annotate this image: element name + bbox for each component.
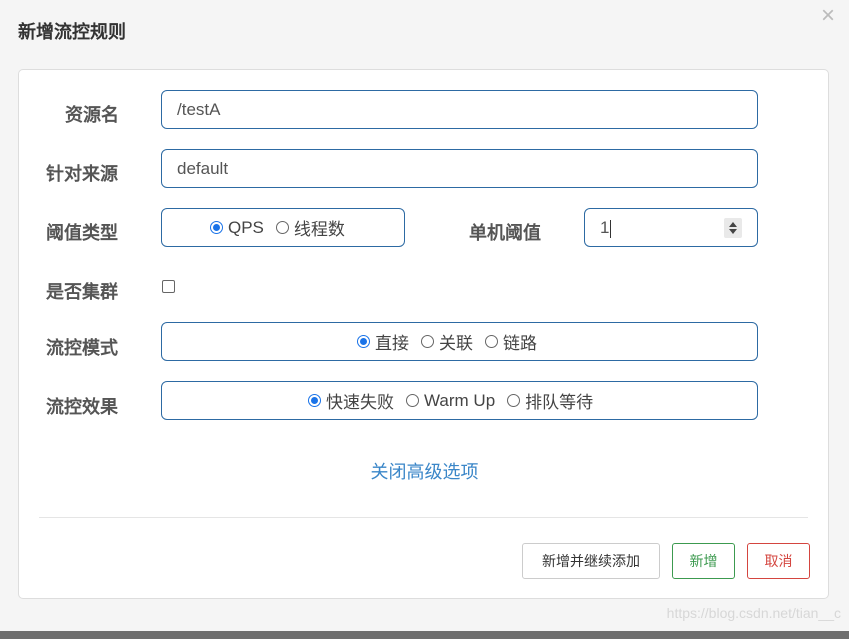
radio-fail-fast-dot[interactable] xyxy=(308,394,321,407)
limit-app-label: 针对来源 xyxy=(46,164,118,184)
threshold-type-label: 阈值类型 xyxy=(46,223,118,243)
radio-qps-dot[interactable] xyxy=(210,221,223,234)
radio-queue[interactable]: 排队等待 xyxy=(507,388,593,413)
cluster-label: 是否集群 xyxy=(46,282,118,302)
text-cursor xyxy=(610,219,612,238)
radio-warm-up-dot[interactable] xyxy=(406,394,419,407)
limit-app-value: default xyxy=(177,159,229,178)
dialog: 新增流控规则 × 资源名 /testA 针对来源 default 阈值类型 QP… xyxy=(0,0,849,631)
radio-thread-count-dot[interactable] xyxy=(275,221,289,234)
close-advanced-link[interactable]: 关闭高级选项 xyxy=(19,458,830,484)
form-panel: 资源名 /testA 针对来源 default 阈值类型 QPS 线程数 单机阈… xyxy=(18,69,829,599)
radio-fail-fast-label: 快速失败 xyxy=(326,393,394,412)
cancel-button[interactable]: 取消 xyxy=(747,543,810,579)
flow-mode-group: 直接 关联 链路 xyxy=(161,322,758,361)
flow-mode-label: 流控模式 xyxy=(46,338,118,358)
spinner-down-icon[interactable] xyxy=(729,229,737,234)
page-bottom-bar xyxy=(0,631,849,639)
radio-thread-count[interactable]: 线程数 xyxy=(275,215,345,240)
radio-relate-dot[interactable] xyxy=(421,335,434,348)
single-threshold-label: 单机阈值 xyxy=(469,223,541,243)
radio-direct[interactable]: 直接 xyxy=(357,329,409,354)
radio-direct-dot[interactable] xyxy=(357,335,370,348)
radio-direct-label: 直接 xyxy=(375,334,409,353)
radio-qps-label: QPS xyxy=(228,217,264,237)
single-threshold-value: 1 xyxy=(600,218,610,237)
resource-value: /testA xyxy=(177,100,221,119)
cluster-checkbox[interactable] xyxy=(162,280,175,293)
add-button[interactable]: 新增 xyxy=(672,543,735,579)
radio-qps[interactable]: QPS xyxy=(210,218,264,238)
spinner-up-icon[interactable] xyxy=(729,222,737,227)
footer-divider xyxy=(39,517,808,518)
radio-chain[interactable]: 链路 xyxy=(485,329,537,354)
flow-effect-label: 流控效果 xyxy=(46,397,118,417)
close-icon[interactable]: × xyxy=(821,4,835,28)
radio-warm-up[interactable]: Warm Up xyxy=(406,391,495,411)
resource-label: 资源名 xyxy=(65,105,119,125)
radio-thread-count-label: 线程数 xyxy=(293,220,345,239)
radio-chain-label: 链路 xyxy=(503,334,537,353)
radio-relate-label: 关联 xyxy=(439,334,473,353)
radio-warm-up-label: Warm Up xyxy=(424,390,496,410)
radio-queue-dot[interactable] xyxy=(507,394,521,407)
radio-fail-fast[interactable]: 快速失败 xyxy=(308,388,394,413)
resource-input[interactable]: /testA xyxy=(161,90,758,129)
radio-relate[interactable]: 关联 xyxy=(421,329,473,354)
number-spinner[interactable] xyxy=(724,218,742,238)
single-threshold-input[interactable]: 1 xyxy=(584,208,758,247)
flow-effect-group: 快速失败 Warm Up 排队等待 xyxy=(161,381,758,420)
limit-app-input[interactable]: default xyxy=(161,149,758,188)
dialog-title: 新增流控规则 xyxy=(18,22,126,42)
add-continue-button[interactable]: 新增并继续添加 xyxy=(522,543,660,579)
threshold-type-group: QPS 线程数 xyxy=(161,208,405,247)
radio-queue-label: 排队等待 xyxy=(525,393,594,412)
radio-chain-dot[interactable] xyxy=(485,335,498,348)
watermark: https://blog.csdn.net/tian__c xyxy=(666,605,841,621)
